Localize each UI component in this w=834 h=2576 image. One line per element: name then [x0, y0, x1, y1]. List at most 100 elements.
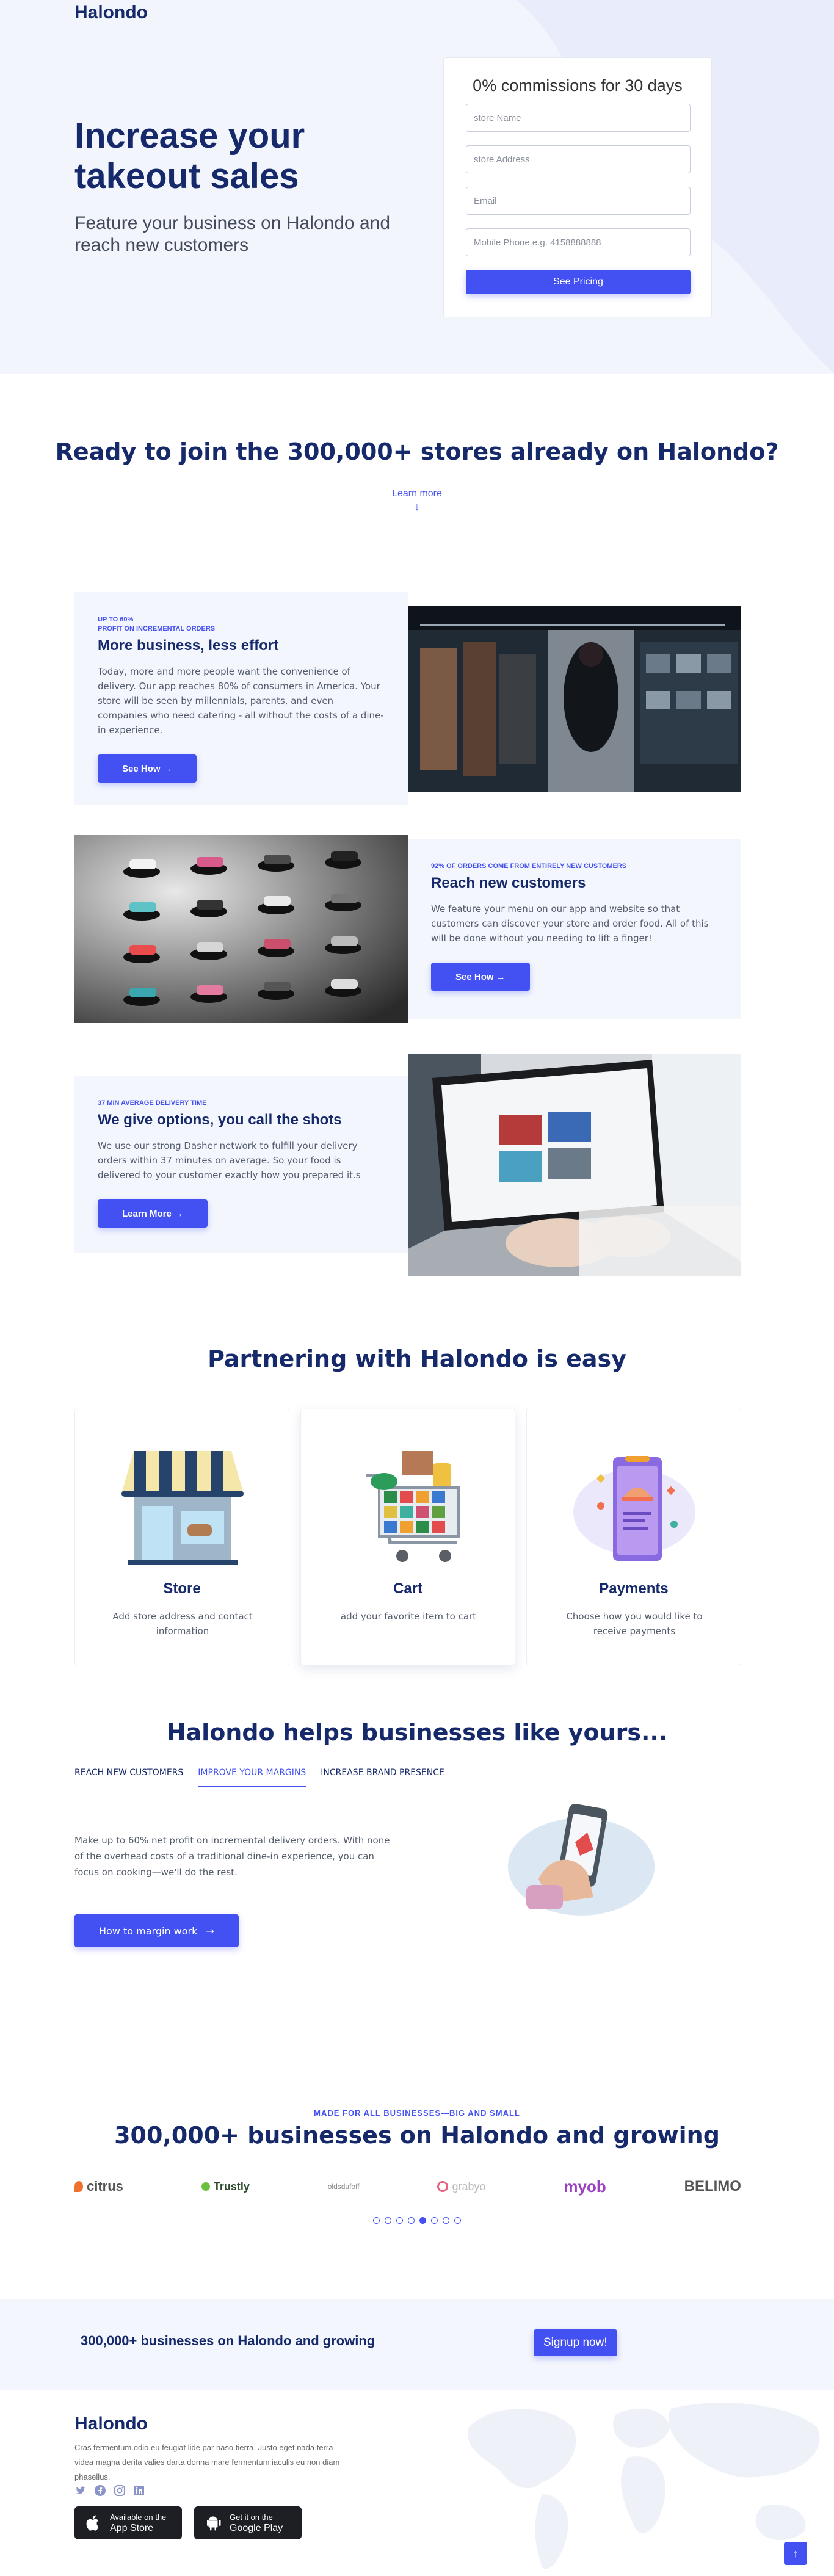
carousel-dot[interactable] — [443, 2217, 449, 2224]
google-play-button[interactable]: Get it on the Google Play — [194, 2506, 302, 2539]
store-icon — [121, 1451, 244, 1565]
store-name-input[interactable] — [466, 104, 691, 132]
grabyo-logo: grabyo — [437, 2180, 486, 2193]
partnering-title: Partnering with Halondo is easy — [208, 1345, 626, 1372]
learn-more-link[interactable]: Learn more — [392, 488, 442, 499]
payments-icon — [573, 1456, 695, 1561]
partner-card-payments[interactable]: Payments Choose how you would like to re… — [526, 1409, 741, 1665]
tab-improve-your-margins[interactable]: IMPROVE YOUR MARGINS — [198, 1759, 306, 1787]
tab-increase-brand-presence[interactable]: INCREASE BRAND PRESENCE — [321, 1759, 444, 1787]
linkedin-icon[interactable] — [133, 2484, 145, 2497]
brand-logo[interactable]: Halondo — [74, 2, 148, 23]
world-map-decoration — [468, 2403, 820, 2569]
businesses-title: 300,000+ businesses on Halondo and growi… — [114, 2122, 720, 2149]
arrow-down-icon[interactable]: ↓ — [0, 501, 834, 513]
feature-panel-more-business: UP TO 60% PROFIT ON INCREMENTAL ORDERS M… — [74, 592, 408, 805]
signup-banner: 300,000+ businesses on Halondo and growi… — [0, 2299, 834, 2390]
store-signup-form: 0% commissions for 30 days See Pricing — [443, 57, 712, 317]
businesses-section: MADE FOR ALL BUSINESSES—BIG AND SMALL 30… — [0, 2082, 834, 2299]
carousel-dot[interactable] — [454, 2217, 461, 2224]
footer-logo[interactable]: Halondo — [74, 2414, 148, 2434]
tab-reach-new-customers[interactable]: REACH NEW CUSTOMERS — [74, 1759, 183, 1787]
feature-body: We use our strong Dasher network to fulf… — [98, 1140, 361, 1181]
feature-kicker: 37 MIN AVERAGE DELIVERY TIME — [98, 1099, 207, 1107]
phone-input[interactable] — [466, 228, 691, 256]
helps-section: Halondo helps businesses like yours... R… — [0, 1673, 834, 2082]
how-to-margin-work-button[interactable]: How to margin work → — [74, 1914, 239, 1947]
apple-icon — [86, 2515, 99, 2531]
feature-title: Reach new customers — [431, 875, 586, 891]
form-heading: 0% commissions for 30 days — [473, 76, 683, 95]
logo-text: myob — [564, 2177, 606, 2196]
logo-text: grabyo — [452, 2180, 486, 2193]
see-how-button[interactable]: See How → — [98, 754, 197, 783]
partner-card-desc: Add store address and contact informatio… — [112, 1611, 253, 1637]
instagram-icon[interactable] — [114, 2484, 126, 2497]
store-address-input[interactable] — [466, 145, 691, 173]
footer: Halondo Cras fermentum odio eu feugiat l… — [0, 2390, 834, 2576]
partner-card-desc: add your favorite item to cart — [340, 1611, 477, 1622]
belimo-logo: BELIMO — [684, 2178, 741, 2195]
feature-kicker: PROFIT ON INCREMENTAL ORDERS — [98, 625, 216, 632]
partner-logos: citrus Trustly oldsdufoff grabyo myob BE… — [74, 2174, 741, 2199]
google-play-big-text: Google Play — [230, 2523, 283, 2533]
feature-body: We feature your menu on our app and webs… — [431, 903, 709, 944]
see-pricing-button[interactable]: See Pricing — [466, 270, 691, 294]
carousel-dots — [0, 2217, 834, 2224]
cart-icon — [366, 1451, 460, 1562]
learn-more-button[interactable]: Learn More → — [98, 1199, 208, 1228]
feature-kicker: 92% OF ORDERS COME FROM ENTIRELY NEW CUS… — [431, 863, 627, 870]
citrus-logo: citrus — [74, 2179, 123, 2194]
partner-card-cart[interactable]: Cart add your favorite item to cart — [300, 1409, 515, 1665]
helps-title: Halondo helps businesses like yours... — [166, 1719, 668, 1746]
laptop-photo — [408, 1054, 741, 1276]
logo-text: citrus — [87, 2179, 123, 2194]
app-store-small-text: Available on the — [110, 2513, 167, 2522]
email-input[interactable] — [466, 187, 691, 215]
partner-card-title: Store — [163, 1580, 201, 1597]
myob-logo: myob — [564, 2177, 606, 2196]
feature-title: More business, less effort — [98, 637, 279, 654]
carousel-dot[interactable] — [385, 2217, 391, 2224]
features-section: UP TO 60% PROFIT ON INCREMENTAL ORDERS M… — [0, 555, 834, 1282]
carousel-dot[interactable] — [373, 2217, 380, 2224]
join-section: Ready to join the 300,000+ stores alread… — [0, 374, 834, 555]
android-icon — [207, 2516, 221, 2531]
partner-card-store[interactable]: Store Add store address and contact info… — [74, 1409, 289, 1665]
logo-text: oldsdufoff — [327, 2182, 360, 2191]
logo-text: Trustly — [213, 2180, 250, 2193]
hero-subtitle: Feature your business on Halondo and rea… — [74, 213, 391, 255]
trustly-logo: Trustly — [201, 2180, 250, 2193]
partner-card-title: Cart — [393, 1580, 422, 1597]
partnering-section: Partnering with Halondo is easy Store Ad… — [0, 1282, 834, 1673]
hero-title: Increase your takeout sales — [74, 116, 305, 196]
carousel-dot[interactable] — [408, 2217, 415, 2224]
feature-body: Today, more and more people want the con… — [98, 666, 384, 736]
scroll-to-top-button[interactable]: ↑ — [784, 2542, 807, 2565]
feature-panel-options: 37 MIN AVERAGE DELIVERY TIME We give opt… — [74, 1076, 408, 1253]
carousel-dot-active[interactable] — [419, 2217, 426, 2224]
google-play-small-text: Get it on the — [230, 2513, 273, 2522]
partner-card-desc: Choose how you would like to receive pay… — [566, 1611, 703, 1637]
join-title: Ready to join the 300,000+ stores alread… — [55, 438, 779, 465]
sneakers-wall-photo — [74, 835, 408, 1023]
carousel-dot[interactable] — [431, 2217, 438, 2224]
app-store-buttons: Available on the App Store Get it on the… — [74, 2506, 302, 2539]
twitter-icon[interactable] — [74, 2484, 87, 2497]
feature-title: We give options, you call the shots — [98, 1112, 342, 1128]
carousel-dot[interactable] — [396, 2217, 403, 2224]
logo-text: BELIMO — [684, 2178, 741, 2194]
feature-panel-reach-customers: 92% OF ORDERS COME FROM ENTIRELY NEW CUS… — [408, 839, 741, 1019]
signup-banner-title: 300,000+ businesses on Halondo and growi… — [81, 2333, 375, 2348]
oldsdufoff-logo: oldsdufoff — [328, 2182, 360, 2191]
facebook-icon[interactable] — [94, 2484, 106, 2497]
phone-hand-illustration — [508, 1804, 655, 1916]
hero-section: Halondo Increase your takeout sales Feat… — [0, 0, 834, 374]
businesses-kicker: MADE FOR ALL BUSINESSES—BIG AND SMALL — [314, 2108, 520, 2118]
arrow-right-icon: → — [206, 1925, 214, 1937]
partner-card-title: Payments — [599, 1580, 669, 1597]
signup-now-button[interactable]: Signup now! — [534, 2329, 617, 2356]
see-how-button[interactable]: See How → — [431, 963, 530, 991]
app-store-button[interactable]: Available on the App Store — [74, 2506, 182, 2539]
app-store-big-text: App Store — [110, 2523, 154, 2533]
